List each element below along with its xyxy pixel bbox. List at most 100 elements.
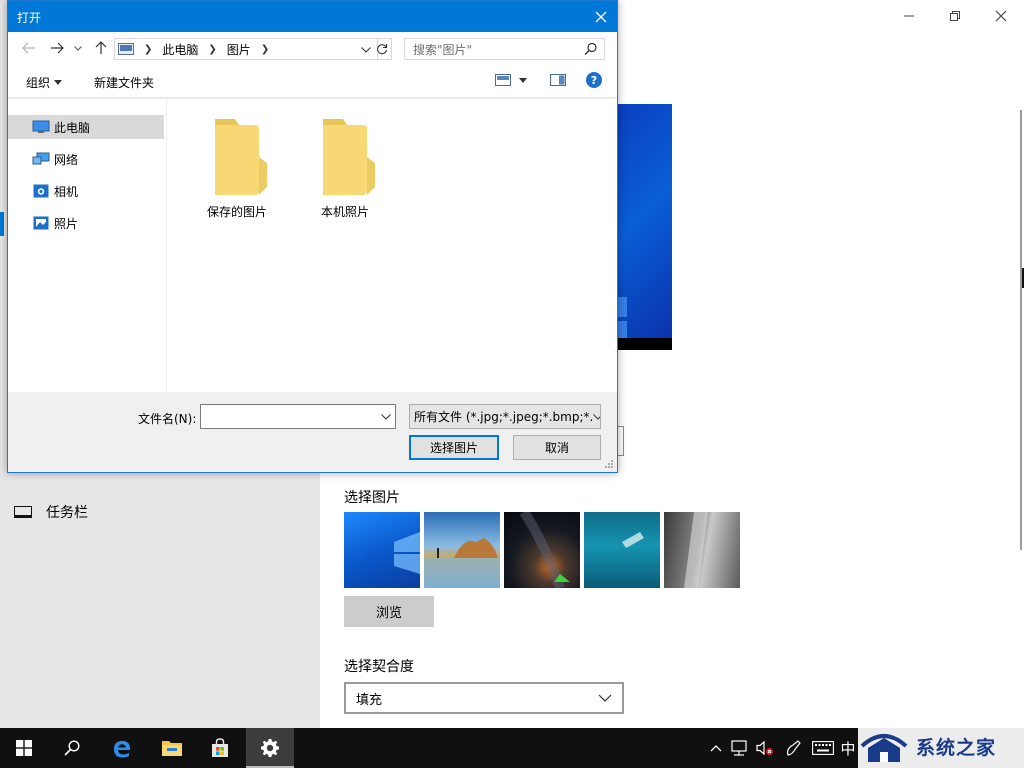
nav-item-label: 照片 [54,216,79,231]
watermark-text: 系统之家 [916,736,997,759]
file-explorer-taskbar-button[interactable] [148,728,196,768]
help-button[interactable]: ? [586,72,602,88]
nav-item-label: 相机 [54,184,79,199]
breadcrumb-this-pc[interactable]: 此电脑 [162,41,198,58]
filename-input[interactable] [200,404,396,429]
beach-rock-image [424,538,500,588]
folder-icon [323,119,375,195]
background-type-dropdown-edge [617,426,624,456]
taskbar-icon [14,506,32,518]
breadcrumb[interactable]: ❯ 此电脑 ❯ 图片 ❯ [114,38,378,60]
chevron-down-icon [74,45,82,51]
nav-item-camera[interactable]: 相机 [8,179,164,203]
picture-thumbnail[interactable] [424,512,500,588]
input-method-button[interactable]: 中 [838,728,858,768]
network-icon [32,151,50,167]
picture-thumbnail[interactable] [584,512,660,588]
change-view-button[interactable] [495,74,527,86]
organize-label: 组织 [26,76,51,90]
select-picture-button[interactable]: 选择图片 [409,435,499,460]
show-hidden-icons-button[interactable] [706,728,726,768]
search-input[interactable]: 搜索"图片" [404,38,605,60]
picture-thumbnail[interactable] [344,512,420,588]
file-explorer-icon [162,741,182,756]
refresh-icon [376,44,387,55]
forward-button[interactable] [48,40,66,56]
picture-thumbnail[interactable] [664,512,740,588]
rock-cliff-image [684,512,708,588]
chevron-down-icon [598,694,612,702]
nav-selection-marker [0,212,4,236]
close-window-button[interactable] [978,4,1024,28]
browse-button[interactable]: 浏览 [344,596,434,627]
chevron-down-icon[interactable] [381,413,391,420]
caret-down-icon [519,77,527,83]
settings-taskbar-button[interactable] [246,728,294,768]
night-sky-tent-image [519,512,570,588]
recent-locations-button[interactable] [72,40,84,56]
computer-icon [32,119,50,135]
folder-label: 保存的图片 [206,205,267,219]
file-type-dropdown[interactable]: 所有文件 (*.jpg;*.jpeg;*.bmp;*. [409,404,601,429]
folder-label: 本机照片 [320,205,369,219]
new-folder-button[interactable]: 新建文件夹 [94,74,154,91]
dialog-close-button[interactable] [585,1,617,32]
caret-down-icon [54,80,63,85]
volume-tray-button[interactable] [754,728,776,768]
chevron-down-icon [361,47,371,53]
store-bag-icon [212,738,228,757]
folder-icon [215,119,267,195]
command-bar: 组织 新建文件夹 ? [8,64,617,98]
scrollbar-track[interactable] [1020,110,1022,550]
settings-nav-item-taskbar[interactable]: 任务栏 [14,502,88,522]
fit-dropdown[interactable]: 填充 [344,682,624,714]
folder-item-camera-roll[interactable]: 本机照片 [300,113,390,220]
resize-grip-icon[interactable] [604,459,614,469]
dialog-titlebar[interactable]: 打开 [8,1,617,32]
nav-item-this-pc[interactable]: 此电脑 [8,115,164,139]
breadcrumb-separator: ❯ [208,43,217,55]
dialog-footer: 文件名(N): 所有文件 (*.jpg;*.jpeg;*.bmp;*. 选择图片… [8,392,617,472]
up-button[interactable] [92,40,110,56]
breadcrumb-pictures[interactable]: 图片 [227,41,251,58]
choose-picture-label: 选择图片 [344,490,400,506]
nav-item-photos[interactable]: 照片 [8,211,164,235]
network-wired-icon [731,740,747,756]
back-button[interactable] [20,40,38,56]
network-tray-button[interactable] [728,728,752,768]
nav-item-network[interactable]: 网络 [8,147,164,171]
search-icon [64,740,80,756]
nav-item-label: 网络 [54,152,79,167]
underwater-swimmer-image [622,532,644,548]
arrow-left-icon [22,42,35,54]
touch-keyboard-button[interactable] [810,728,836,768]
dialog-title: 打开 [17,11,42,25]
windows-logo-icon [16,740,32,756]
minimize-button[interactable] [886,4,932,28]
search-icon [584,42,597,55]
organize-menu[interactable]: 组织 [26,74,63,91]
nav-item-label: 此电脑 [54,120,91,135]
open-file-dialog: 打开 ❯ 此电脑 ❯ 图片 ❯ 搜索"图片" 组织 新建文件夹 ? 此电脑 网络… [7,0,618,473]
file-type-value: 所有文件 (*.jpg;*.jpeg;*.bmp;*. [414,410,594,424]
picture-thumbnail[interactable] [504,512,580,588]
camera-icon [32,183,50,199]
close-icon [995,10,1007,22]
arrow-right-icon [51,42,64,54]
navigation-pane: 此电脑 网络 相机 照片 [8,99,167,392]
windows-wallpaper-image [394,532,420,574]
cancel-button[interactable]: 取消 [513,435,601,460]
restore-button[interactable] [932,4,978,28]
edge-taskbar-button[interactable] [98,728,146,768]
breadcrumb-separator: ❯ [144,43,153,55]
background-preview [617,104,672,350]
refresh-button[interactable] [372,38,392,60]
start-button[interactable] [0,728,48,768]
folder-item-saved-pictures[interactable]: 保存的图片 [192,113,282,220]
pen-workspace-button[interactable] [782,728,804,768]
close-icon [595,11,607,22]
search-taskbar-button[interactable] [48,728,96,768]
pc-location-icon [118,43,134,55]
preview-pane-button[interactable] [550,74,566,89]
store-taskbar-button[interactable] [196,728,244,768]
